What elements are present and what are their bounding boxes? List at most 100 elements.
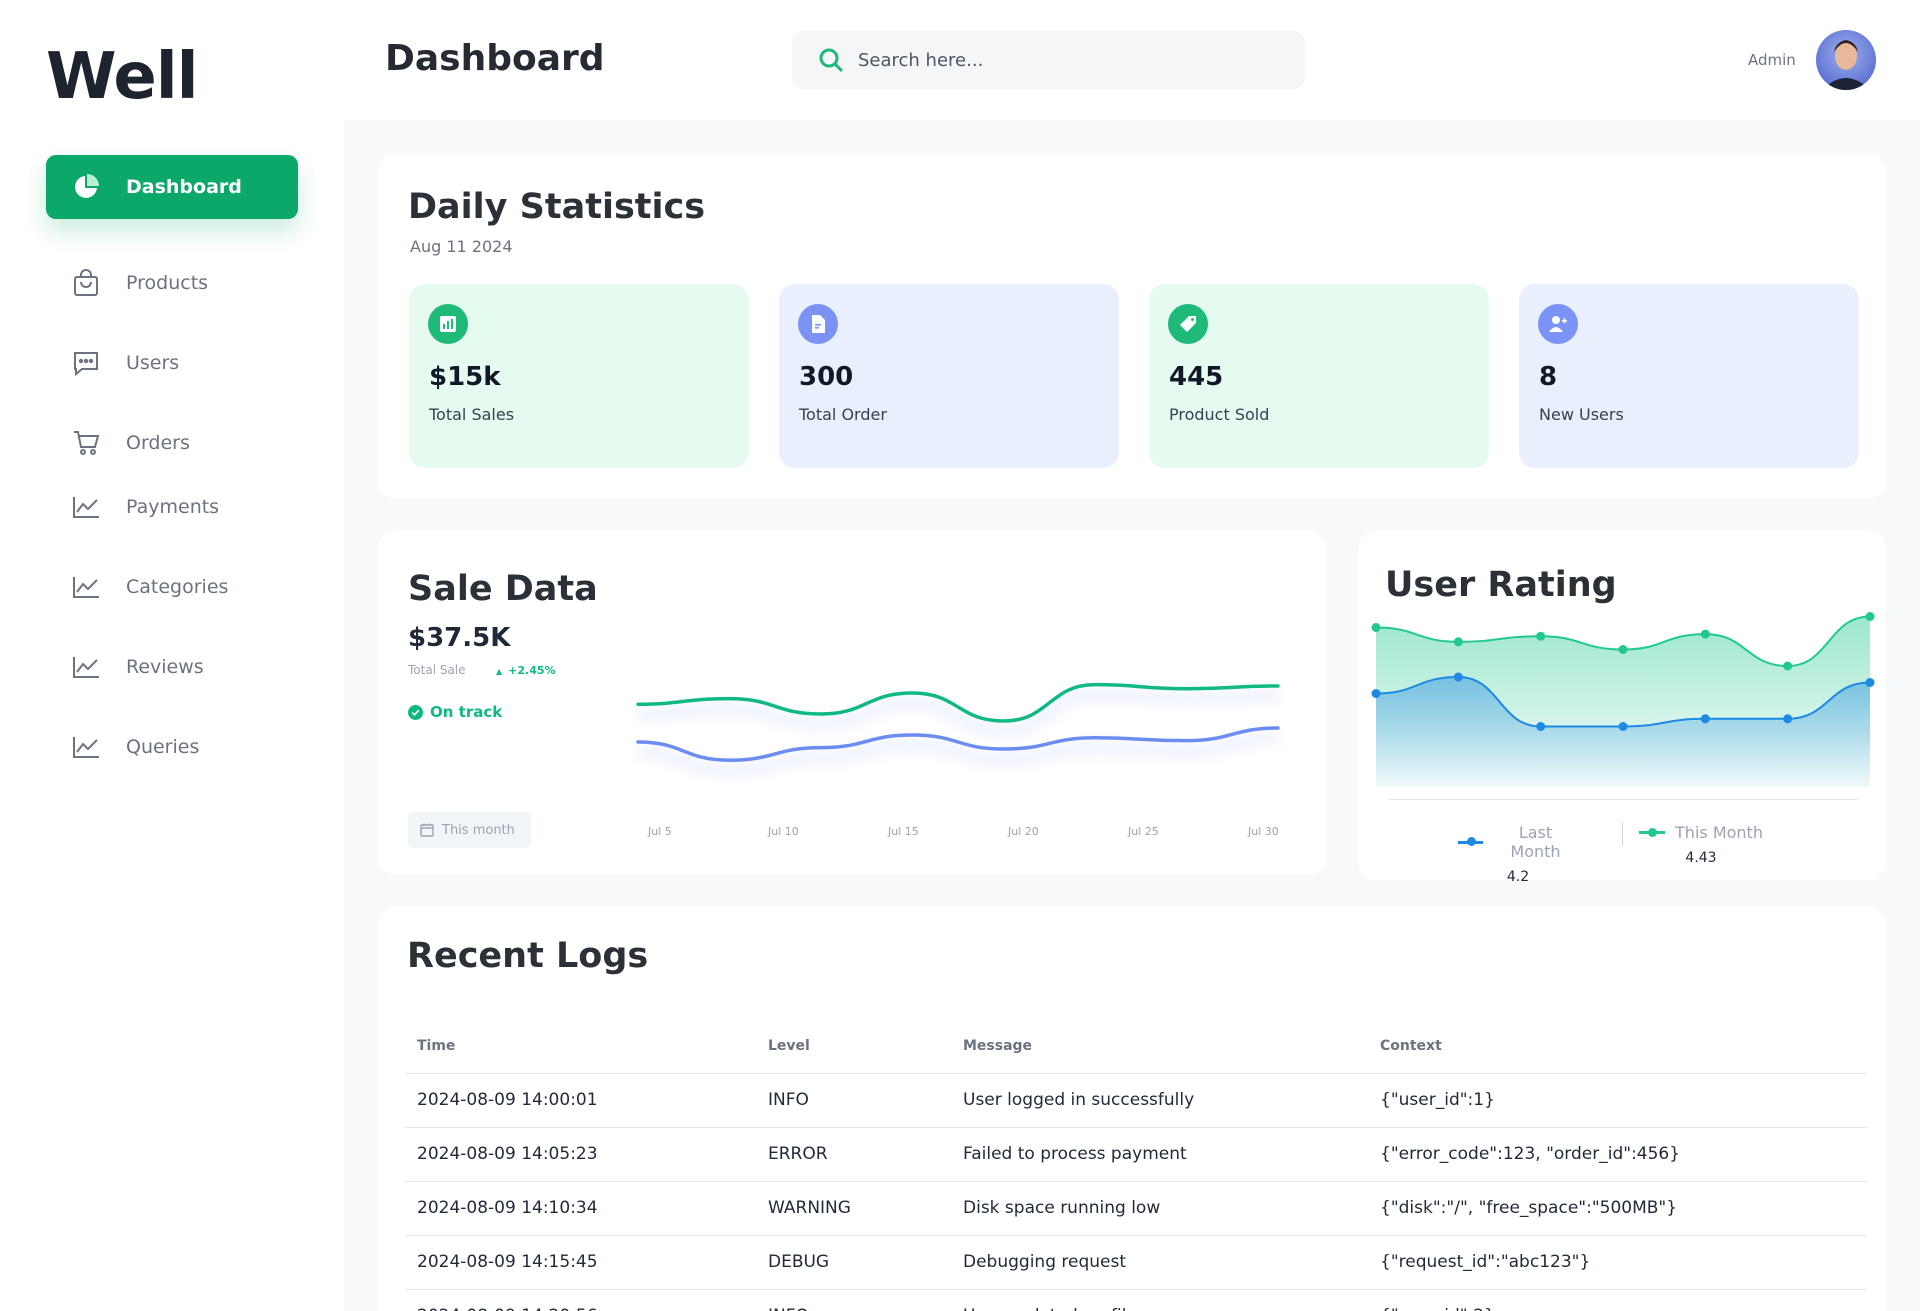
document-icon <box>798 304 838 344</box>
table-row[interactable]: 2024-08-09 14:15:45 DEBUG Debugging requ… <box>405 1235 1867 1290</box>
rating-this-month-point <box>1536 631 1546 641</box>
bar-chart-icon <box>428 304 468 344</box>
rating-last-month-point <box>1536 722 1546 731</box>
sale-data-title: Sale Data <box>408 569 598 609</box>
log-level: ERROR <box>756 1127 951 1182</box>
log-message: Debugging request <box>951 1235 1368 1290</box>
sidebar-item-reviews[interactable]: Reviews <box>46 635 298 699</box>
stat-card-total-order[interactable]: 300 Total Order <box>779 284 1119 468</box>
stat-value: 8 <box>1539 362 1558 392</box>
search-icon <box>818 47 844 73</box>
table-row[interactable]: 2024-08-09 14:05:23 ERROR Failed to proc… <box>405 1127 1867 1182</box>
user-role-label: Admin <box>1748 51 1796 69</box>
legend-line-marker <box>1639 827 1666 837</box>
table-row[interactable]: 2024-08-09 14:10:34 WARNING Disk space r… <box>405 1181 1867 1236</box>
legend-label: This Month <box>1675 823 1763 842</box>
daily-statistics-card: Daily Statistics Aug 11 2024 $15k Total … <box>378 153 1886 499</box>
log-context: {"error_code":123, "order_id":456} <box>1368 1127 1867 1182</box>
daily-statistics-date: Aug 11 2024 <box>410 237 513 256</box>
logs-table: Time Level Message Context 2024-08-09 14… <box>405 1019 1867 1311</box>
log-level: WARNING <box>756 1181 951 1236</box>
sidebar-item-categories[interactable]: Categories <box>46 555 298 619</box>
sidebar-item-label: Categories <box>126 576 229 598</box>
legend-separator <box>1622 822 1623 846</box>
sidebar-item-dashboard[interactable]: Dashboard <box>46 155 298 219</box>
log-context: {"disk":"/", "free_space":"500MB"} <box>1368 1181 1867 1236</box>
legend-label: Last Month <box>1510 823 1561 861</box>
log-time: 2024-08-09 14:20:56 <box>405 1289 756 1311</box>
log-level: INFO <box>756 1073 951 1128</box>
log-time: 2024-08-09 14:00:01 <box>405 1073 756 1128</box>
table-row[interactable]: 2024-08-09 14:20:56 INFO User updated pr… <box>405 1289 1867 1311</box>
recent-logs-card: Recent Logs Time Level Message Context 2… <box>378 906 1886 1311</box>
sidebar-item-users[interactable]: Users <box>46 331 298 395</box>
log-level: DEBUG <box>756 1235 951 1290</box>
period-button[interactable]: This month <box>408 812 531 848</box>
rating-this-month-point <box>1700 629 1710 639</box>
app-logo: Well <box>46 40 199 114</box>
message-icon <box>72 349 100 377</box>
sidebar: Well Dashboard Products Users Orders Pay… <box>0 0 344 1311</box>
column-header: Context <box>1368 1019 1867 1074</box>
divider <box>1388 799 1858 800</box>
search-bar[interactable] <box>792 31 1305 89</box>
rating-last-month-point <box>1783 714 1793 724</box>
log-message: Disk space running low <box>951 1181 1368 1236</box>
legend-value: 4.2 <box>1506 869 1530 885</box>
log-context: {"request_id":"abc123"} <box>1368 1235 1867 1290</box>
sale-change: ▲ +2.45% <box>496 664 556 677</box>
log-time: 2024-08-09 14:15:45 <box>405 1235 756 1290</box>
sale-amount-label: Total Sale <box>408 663 466 677</box>
x-tick-label: Jul 10 <box>767 825 799 838</box>
rating-this-month-point <box>1865 612 1875 621</box>
rating-this-month-point <box>1618 645 1628 654</box>
pie-chart-icon <box>72 173 100 201</box>
line-chart-icon <box>72 733 100 761</box>
daily-statistics-title: Daily Statistics <box>408 187 706 227</box>
sidebar-item-queries[interactable]: Queries <box>46 715 298 779</box>
sidebar-item-label: Reviews <box>126 656 204 678</box>
sidebar-item-label: Dashboard <box>126 176 242 198</box>
x-tick-label: Jul 5 <box>647 825 672 838</box>
sidebar-item-payments[interactable]: Payments <box>46 475 298 539</box>
rating-last-month-point <box>1618 722 1628 731</box>
sale-data-chart: Jul 5 Jul 10 Jul 15 Jul 20 Jul 25 Jul 30 <box>636 682 1280 838</box>
sidebar-item-orders[interactable]: Orders <box>46 411 298 475</box>
tag-icon <box>1168 304 1208 344</box>
add-user-icon <box>1538 304 1578 344</box>
log-level: INFO <box>756 1289 951 1311</box>
legend-last-month: Last Month 4.2 <box>1458 823 1578 885</box>
legend-line-marker <box>1458 837 1483 846</box>
sidebar-item-label: Products <box>126 272 209 294</box>
column-header: Time <box>405 1019 756 1074</box>
search-input[interactable] <box>858 49 1258 71</box>
user-rating-title: User Rating <box>1385 565 1617 605</box>
user-rating-chart <box>1371 612 1875 787</box>
sidebar-item-label: Users <box>126 352 180 374</box>
column-header: Level <box>756 1019 951 1074</box>
avatar[interactable] <box>1816 30 1876 90</box>
sale-amount: $37.5K <box>408 623 511 653</box>
sidebar-item-label: Orders <box>126 432 190 454</box>
log-time: 2024-08-09 14:05:23 <box>405 1127 756 1182</box>
x-tick-label: Jul 30 <box>1247 825 1279 838</box>
user-rating-card: User Rating Last Month 4.2 This Month 4.… <box>1358 531 1886 885</box>
line-chart-icon <box>72 573 100 601</box>
rating-this-month-point <box>1371 623 1381 632</box>
legend-value: 4.43 <box>1685 850 1717 866</box>
stat-card-product-sold[interactable]: 445 Product Sold <box>1149 284 1489 468</box>
stat-card-new-users[interactable]: 8 New Users <box>1519 284 1859 468</box>
stat-label: Total Order <box>799 405 887 424</box>
sidebar-item-products[interactable]: Products <box>46 251 298 315</box>
log-context: {"user_id":2} <box>1368 1289 1867 1311</box>
stat-label: Product Sold <box>1169 405 1270 424</box>
rating-last-month-point <box>1453 672 1463 682</box>
triangle-up-icon: ▲ <box>496 667 503 676</box>
table-row[interactable]: 2024-08-09 14:00:01 INFO User logged in … <box>405 1073 1867 1128</box>
log-context: {"user_id":1} <box>1368 1073 1867 1128</box>
sidebar-item-label: Payments <box>126 496 220 518</box>
log-time: 2024-08-09 14:10:34 <box>405 1181 756 1236</box>
stat-card-total-sales[interactable]: $15k Total Sales <box>409 284 749 468</box>
table-header-row: Time Level Message Context <box>405 1019 1867 1074</box>
calendar-icon <box>420 823 434 837</box>
